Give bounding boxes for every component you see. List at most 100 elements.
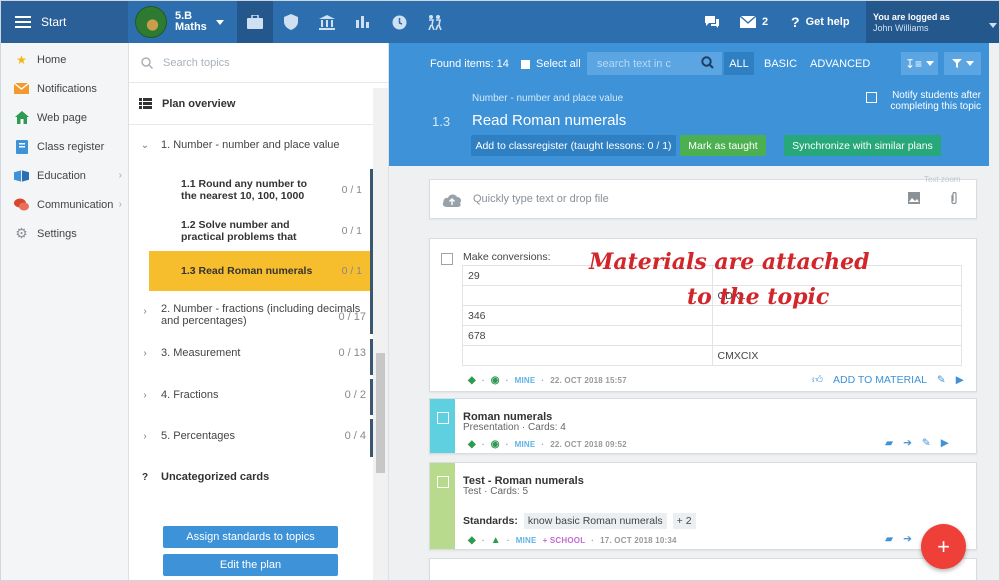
envelope-icon: [740, 16, 756, 28]
topic-group-4[interactable]: › 4. Fractions 0 / 2: [129, 385, 374, 405]
mark-as-taught-button[interactable]: Mark as taught: [680, 135, 766, 156]
thumbs-up-icon[interactable]: 👍︎: [812, 373, 823, 386]
assign-standards-button[interactable]: Assign standards to topics: [163, 526, 338, 548]
more-standards-tag[interactable]: + 2: [672, 513, 696, 529]
filter-basic-tab[interactable]: BASIC: [764, 58, 797, 70]
image-icon[interactable]: [908, 192, 920, 204]
messages-button[interactable]: 2: [740, 1, 768, 43]
topic-search-field[interactable]: Search topics: [129, 43, 388, 83]
filter-all-tab[interactable]: ALL: [724, 52, 754, 75]
chevron-right-icon: ›: [118, 170, 122, 181]
uncategorized-cards[interactable]: ? Uncategorized cards: [129, 467, 374, 487]
sort-button[interactable]: ↧≡: [901, 52, 938, 75]
envelope-icon: [14, 82, 29, 95]
paperclip-icon[interactable]: [950, 191, 958, 205]
table-cell: [462, 345, 713, 366]
main-scrollbar[interactable]: [989, 43, 999, 580]
card-select-checkbox[interactable]: [437, 476, 449, 488]
search-icon: [141, 56, 153, 69]
table-row: 678: [462, 325, 962, 346]
standards-row: Standards: know basic Roman numerals + 2: [463, 513, 696, 529]
meta-date: 22. OCT 2018 15:57: [550, 376, 627, 385]
topic-group-2[interactable]: › 2. Number - fractions (including decim…: [129, 297, 374, 331]
standard-tag[interactable]: know basic Roman numerals: [523, 513, 667, 529]
plus-icon: +: [937, 533, 950, 559]
chevron-down-icon: [965, 61, 974, 66]
topics-scrollbar[interactable]: [373, 88, 388, 580]
material-card-presentation[interactable]: Roman numerals Presentation · Cards: 4 ◆…: [429, 398, 977, 454]
pencil-icon[interactable]: ✎: [937, 374, 946, 386]
card-meta: ◆ · ◉ · MINE · 22. OCT 2018 09:52: [468, 439, 627, 450]
bar-chart-icon[interactable]: [345, 1, 381, 43]
sidebar: ★ Home Notifications Web page Class regi…: [1, 43, 129, 580]
play-icon[interactable]: ▶: [956, 374, 964, 386]
add-fab-button[interactable]: +: [921, 524, 966, 569]
cloud-upload-icon: [442, 194, 461, 207]
subtopic-1-3-selected[interactable]: 1.3 Read Roman numerals 0 / 1: [149, 251, 372, 291]
subtopic-1-2[interactable]: 1.2 Solve number and practical problems …: [149, 213, 372, 249]
tag-icon: ◆: [468, 439, 476, 450]
material-card-test[interactable]: Test - Roman numerals Test · Cards: 5 St…: [429, 462, 977, 550]
clock-icon[interactable]: [381, 1, 417, 43]
filter-button[interactable]: [944, 52, 981, 75]
plan-overview-link[interactable]: Plan overview: [129, 83, 388, 125]
topic-group-1[interactable]: ⌄ 1. Number - number and place value: [129, 135, 374, 155]
sidebar-item-home[interactable]: ★ Home: [1, 45, 128, 74]
globe-icon: ◉: [490, 439, 500, 450]
sidebar-item-notifications[interactable]: Notifications: [1, 74, 128, 103]
import-icon[interactable]: ➔: [903, 437, 912, 449]
topic-group-count: 0 / 13: [338, 347, 366, 359]
sidebar-item-settings[interactable]: ⚙ Settings: [1, 219, 128, 248]
shield-icon[interactable]: [273, 1, 309, 43]
topics-scrollbar-thumb[interactable]: [376, 353, 385, 473]
subtopic-count: 0 / 1: [341, 184, 362, 196]
import-icon[interactable]: ➔: [903, 533, 912, 545]
quick-input-card[interactable]: Text zoom Quickly type text or drop file: [429, 175, 977, 219]
get-help-button[interactable]: ? Get help: [791, 1, 850, 43]
card-select-checkbox[interactable]: [437, 412, 449, 424]
play-icon[interactable]: ▶: [941, 437, 949, 449]
chat-button[interactable]: [704, 1, 720, 43]
folder-icon[interactable]: ▰: [885, 437, 893, 449]
subtopic-count: 0 / 1: [341, 225, 362, 237]
filter-advanced-tab[interactable]: ADVANCED: [810, 58, 870, 70]
students-icon[interactable]: [417, 1, 453, 43]
edit-plan-button[interactable]: Edit the plan: [163, 554, 338, 576]
subtopic-1-1[interactable]: 1.1 Round any number to the nearest 10, …: [149, 171, 372, 209]
add-to-classregister-button[interactable]: Add to classregister (taught lessons: 0 …: [471, 135, 676, 156]
folder-icon[interactable]: ▰: [885, 533, 893, 545]
material-card-partial[interactable]: [429, 558, 977, 580]
institution-icon[interactable]: [309, 1, 345, 43]
sidebar-item-label: Education: [37, 169, 86, 182]
subtopic-label: 1.2 Solve number and practical problems …: [181, 219, 297, 243]
class-selector[interactable]: 5.B Maths: [135, 6, 224, 38]
top-bar: Start 5.B Maths 2 ? Get help You are log…: [1, 1, 999, 43]
select-all-checkbox[interactable]: Select all: [521, 58, 581, 70]
hamburger-icon: [15, 16, 31, 28]
add-to-material-link[interactable]: ADD TO MATERIAL: [833, 374, 927, 386]
class-subject: Maths: [175, 21, 207, 33]
synchronize-button[interactable]: Synchronize with similar plans: [784, 135, 941, 156]
meta-school: + SCHOOL: [542, 536, 586, 545]
search-icon[interactable]: [701, 56, 714, 72]
sidebar-item-education[interactable]: Education ›: [1, 161, 128, 190]
chevron-down-icon: [926, 61, 935, 66]
sidebar-item-communication[interactable]: Communication ›: [1, 190, 128, 219]
start-menu-button[interactable]: Start: [1, 1, 128, 43]
card-subtitle: Test · Cards: 5: [463, 486, 529, 497]
card-actions: ▰ ➔: [885, 533, 912, 545]
topic-group-5[interactable]: › 5. Percentages 0 / 4: [129, 426, 374, 446]
sidebar-item-label: Notifications: [37, 82, 97, 95]
pencil-icon[interactable]: ✎: [922, 437, 931, 449]
sidebar-item-class-register[interactable]: Class register: [1, 132, 128, 161]
subtopic-label: 1.1 Round any number to the nearest 10, …: [181, 178, 308, 202]
user-menu[interactable]: You are logged as John Williams: [866, 1, 999, 43]
get-help-label: Get help: [805, 16, 850, 28]
text-zoom-label: Text zoom: [924, 175, 961, 184]
notify-checkbox[interactable]: [866, 91, 877, 103]
card-select-checkbox[interactable]: [441, 253, 453, 265]
main-content: Found items: 14 Select all search text i…: [389, 43, 999, 580]
sidebar-item-web-page[interactable]: Web page: [1, 103, 128, 132]
briefcase-icon[interactable]: [237, 1, 273, 43]
topic-group-3[interactable]: › 3. Measurement 0 / 13: [129, 343, 374, 363]
